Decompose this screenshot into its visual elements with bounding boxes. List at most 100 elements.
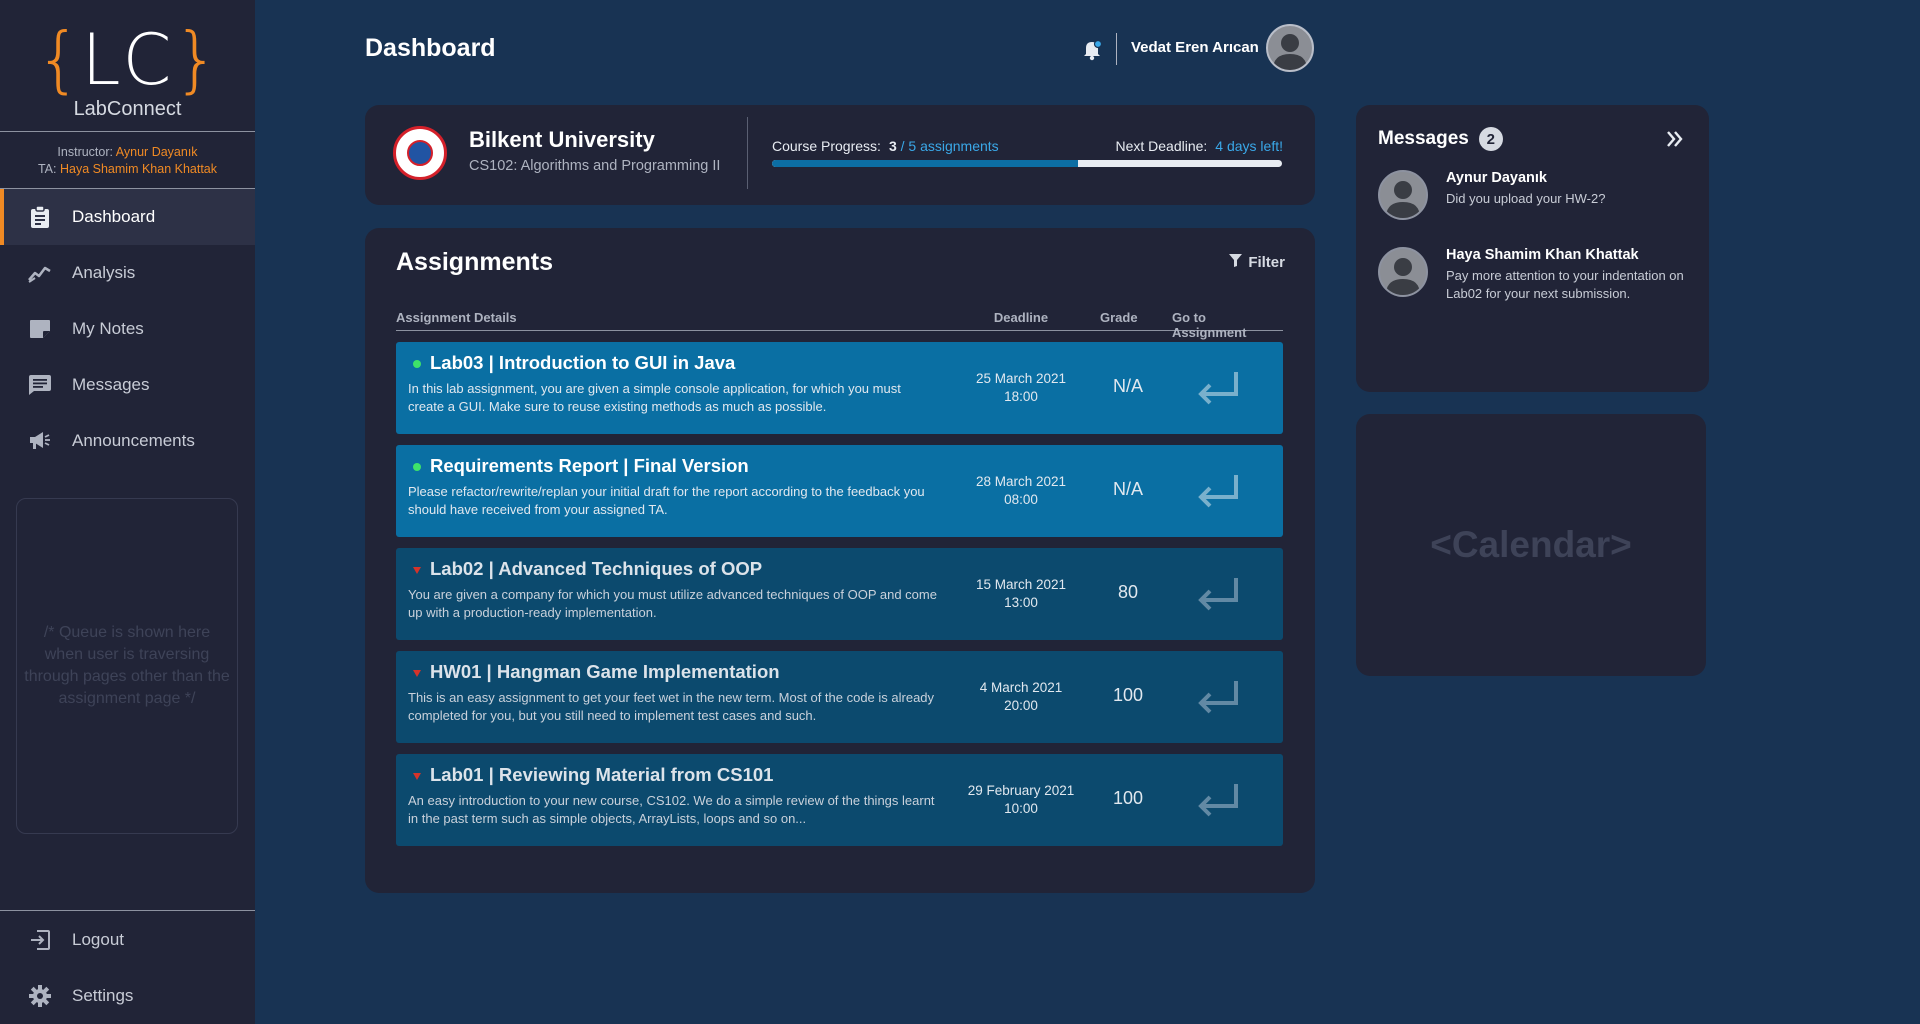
sidebar-item-label: My Notes: [72, 319, 144, 338]
avatar: [1378, 247, 1428, 297]
calendar-placeholder: <Calendar>: [1430, 524, 1632, 565]
messages-title: Messages 2: [1378, 127, 1503, 151]
sidebar-divider: [0, 910, 255, 911]
filter-label: Filter: [1248, 254, 1285, 271]
sidebar-divider: [0, 131, 255, 132]
status-indicator: [413, 567, 421, 574]
messages-card: Messages 2 Aynur Dayanık Did you upload …: [1356, 105, 1709, 392]
assignments-list: Lab03 | Introduction to GUI in Java In th…: [396, 342, 1283, 857]
next-deadline-label: Next Deadline: 4 days left!: [1115, 138, 1283, 154]
calendar-card: <Calendar>: [1356, 414, 1706, 676]
logo-brace-close: }: [173, 17, 220, 101]
assignments-table-header: Assignment Details Deadline Grade Go to …: [396, 308, 1283, 340]
sidebar-item-analysis[interactable]: Analysis: [0, 245, 255, 301]
assignment-title: HW01 | Hangman Game Implementation: [430, 661, 780, 682]
enter-arrow-icon[interactable]: [1196, 679, 1240, 715]
assignment-description: In this lab assignment, you are given a …: [408, 381, 901, 414]
assignment-grade: N/A: [1112, 376, 1143, 396]
assignment-title: Lab02 | Advanced Techniques of OOP: [430, 558, 763, 579]
assignment-title: Requirements Report | Final Version: [430, 455, 749, 476]
assignment-grade: N/A: [1112, 479, 1143, 499]
ta-name[interactable]: Haya Shamim Khan Khattak: [60, 162, 217, 176]
deadline-label-text: Next Deadline:: [1115, 138, 1208, 154]
deadline-date: 28 March 2021: [975, 474, 1067, 489]
clipboard-icon: [28, 205, 52, 229]
university-seal: [393, 126, 447, 180]
deadline-time: 13:00: [1004, 595, 1038, 610]
filter-button[interactable]: Filter: [1229, 254, 1285, 271]
assignment-row[interactable]: HW01 | Hangman Game Implementation This i…: [396, 651, 1283, 743]
instructor-name[interactable]: Aynur Dayanık: [116, 145, 198, 159]
avatar: [1378, 170, 1428, 220]
enter-arrow-icon[interactable]: [1196, 473, 1240, 509]
assignment-title: Lab03 | Introduction to GUI in Java: [430, 352, 736, 373]
sidebar-item-messages[interactable]: Messages: [0, 357, 255, 413]
deadline-time: 18:00: [1004, 389, 1038, 404]
enter-arrow-icon[interactable]: [1196, 370, 1240, 406]
assignment-grade: 100: [1112, 788, 1144, 808]
megaphone-icon: [28, 429, 52, 453]
instructor-label: Instructor:: [57, 145, 113, 159]
assignment-deadline: 28 March 2021 08:00: [956, 473, 1086, 509]
assignment-row[interactable]: Lab03 | Introduction to GUI in Java In th…: [396, 342, 1283, 434]
logout-icon: [28, 928, 52, 952]
sidebar-item-label: Dashboard: [72, 207, 156, 226]
column-header-details: Assignment Details: [396, 310, 517, 325]
bell-icon[interactable]: [1083, 39, 1103, 61]
card-separator: [747, 117, 748, 189]
university-name: Bilkent University: [469, 127, 655, 152]
enter-arrow-icon[interactable]: [1196, 576, 1240, 612]
deadline-date: 15 March 2021: [975, 577, 1067, 592]
deadline-time: 10:00: [1004, 801, 1038, 816]
assignment-deadline: 4 March 2021 20:00: [956, 679, 1086, 715]
double-chevron-right-icon[interactable]: [1663, 127, 1687, 151]
sidebar-item-my-notes[interactable]: My Notes: [0, 301, 255, 357]
assignment-description: This is an easy assignment to get your f…: [408, 690, 935, 723]
sidebar-item-announcements[interactable]: Announcements: [0, 413, 255, 469]
assignment-grade: 80: [1117, 582, 1139, 602]
course-name: CS102: Algorithms and Programming II: [469, 158, 721, 174]
enter-arrow-icon[interactable]: [1196, 782, 1240, 818]
assignments-card: Assignments Filter Assignment Details De…: [365, 228, 1315, 893]
sidebar-nav: Dashboard Analysis My Notes Messages Ann…: [0, 189, 255, 469]
ta-label: TA:: [37, 162, 57, 176]
user-name[interactable]: Vedat Eren Arıcan: [1131, 39, 1259, 56]
message-text: Pay more attention to your indentation o…: [1446, 268, 1684, 301]
assignment-row[interactable]: Lab01 | Reviewing Material from CS101 An …: [396, 754, 1283, 846]
course-staff: Instructor: Aynur Dayanık TA: Haya Shami…: [0, 144, 255, 178]
gear-icon: [28, 984, 52, 1008]
logout-button[interactable]: Logout: [0, 912, 255, 968]
assignment-deadline: 15 March 2021 13:00: [956, 576, 1086, 612]
logo-brace-open: {: [35, 17, 82, 101]
chart-line-icon: [28, 261, 52, 285]
sidebar-item-label: Messages: [72, 375, 150, 394]
messages-count-badge: 2: [1478, 127, 1503, 151]
logo-letters: LC: [81, 19, 174, 101]
assignment-deadline: 29 February 2021 10:00: [956, 782, 1086, 818]
message-sender: Haya Shamim Khan Khattak: [1446, 247, 1639, 263]
deadline-date: 25 March 2021: [975, 371, 1067, 386]
avatar[interactable]: [1266, 24, 1314, 72]
assignment-description: An easy introduction to your new course,…: [408, 793, 935, 826]
status-indicator: [413, 463, 421, 471]
messages-title-text: Messages: [1378, 128, 1469, 149]
assignment-row[interactable]: Lab02 | Advanced Techniques of OOP You ar…: [396, 548, 1283, 640]
deadline-date: 4 March 2021: [979, 680, 1063, 695]
column-header-grade: Grade: [1100, 310, 1138, 325]
filter-icon: [1229, 254, 1243, 271]
logo: {LC}: [0, 20, 255, 99]
settings-button[interactable]: Settings: [0, 968, 255, 1024]
assignment-row[interactable]: Requirements Report | Final Version Pleas…: [396, 445, 1283, 537]
page-title: Dashboard: [365, 34, 496, 62]
chat-icon: [28, 373, 52, 397]
sidebar-item-label: Logout: [72, 930, 124, 949]
app-name: LabConnect: [73, 98, 182, 120]
sidebar-bottom-nav: Logout Settings: [0, 912, 255, 1024]
sidebar-item-label: Analysis: [72, 263, 136, 282]
status-indicator: [413, 360, 421, 368]
message-text: Did you upload your HW-2?: [1446, 191, 1606, 206]
deadline-date: 29 February 2021: [967, 783, 1075, 798]
sidebar-item-dashboard[interactable]: Dashboard: [0, 189, 255, 245]
assignments-title: Assignments: [396, 248, 553, 276]
course-progress-bar: [772, 160, 1282, 167]
